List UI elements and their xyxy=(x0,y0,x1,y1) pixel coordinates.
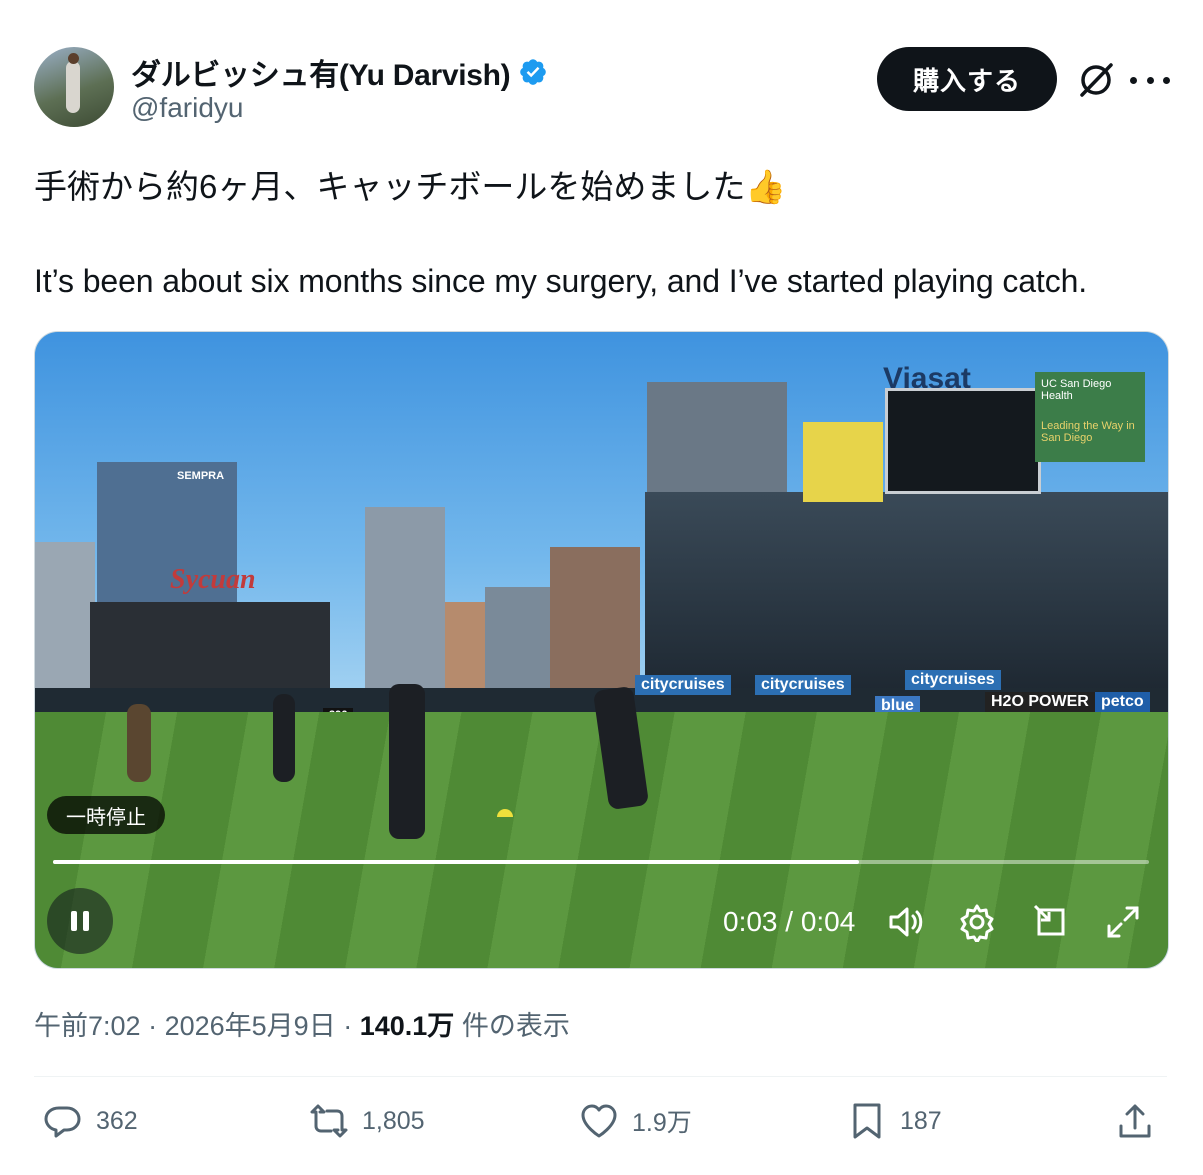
author-handle[interactable]: @faridyu xyxy=(131,92,243,124)
bookmark-count: 187 xyxy=(900,1106,942,1135)
reply-icon xyxy=(44,1106,81,1138)
ucsd-health-board: UC San Diego Health Leading the Way in S… xyxy=(1035,372,1145,462)
pacifico-sign xyxy=(803,422,883,502)
views-count: 140.1万 xyxy=(359,1011,455,1041)
reply-count: 362 xyxy=(96,1106,138,1135)
dark-structure: Sycuan xyxy=(90,564,330,692)
building-hotel xyxy=(550,547,640,692)
like-count: 1.9万 xyxy=(632,1109,692,1137)
tweet-time[interactable]: 午前7:02 xyxy=(34,1011,141,1041)
meta-separator: · xyxy=(148,1011,158,1041)
volume-icon[interactable] xyxy=(885,902,925,942)
tweet-meta: 午前7:02 · 2026年5月9日 · 140.1万 件の表示 xyxy=(34,1004,570,1043)
sycuan-sign: Sycuan xyxy=(170,564,256,595)
author-display-name[interactable]: ダルビッシュ有(Yu Darvish) xyxy=(131,50,511,94)
player-2 xyxy=(273,694,295,782)
citycruises-banner-2: citycruises xyxy=(755,675,851,695)
share-icon xyxy=(1119,1104,1151,1138)
verified-badge-icon xyxy=(520,59,547,85)
building-left xyxy=(35,542,95,692)
divider xyxy=(34,1076,1167,1077)
building-center xyxy=(365,507,445,692)
more-options-icon[interactable] xyxy=(1130,60,1170,100)
player-1 xyxy=(127,704,151,782)
grok-icon[interactable] xyxy=(1074,58,1118,102)
ucsd-health-text: UC San Diego Health xyxy=(1041,378,1112,402)
petco-banner: petco xyxy=(1095,692,1150,712)
meta-separator: · xyxy=(343,1011,353,1041)
repost-button[interactable]: 1,805 xyxy=(308,1100,425,1142)
tweet-text-english: It’s been about six months since my surg… xyxy=(34,263,1088,299)
more-dot xyxy=(1146,76,1154,84)
video-player[interactable]: SEMPRA Sycuan Viasat UC San Diego Health… xyxy=(34,331,1169,969)
h2o-banner: H2O POWER xyxy=(985,692,1095,712)
tweet-date[interactable]: 2026年5月9日 xyxy=(165,1011,336,1041)
building-mid xyxy=(485,587,550,692)
more-dot xyxy=(1163,76,1170,84)
views-label: 件の表示 xyxy=(461,1011,570,1041)
share-button[interactable] xyxy=(1114,1100,1156,1142)
author-name-row: ダルビッシュ有(Yu Darvish) xyxy=(131,50,548,94)
buy-button[interactable]: 購入する xyxy=(877,47,1057,111)
sempra-sign: SEMPRA xyxy=(177,470,225,482)
citycruises-banner-1: citycruises xyxy=(635,675,731,695)
video-progress-bar[interactable] xyxy=(53,860,1149,864)
video-progress-fill xyxy=(53,860,859,864)
pause-button[interactable] xyxy=(47,888,113,954)
repost-count: 1,805 xyxy=(362,1106,425,1135)
leading-text: Leading the Way in San Diego xyxy=(1041,420,1135,444)
reply-button[interactable]: 362 xyxy=(42,1100,138,1142)
heart-icon xyxy=(581,1104,617,1138)
video-time: 0:03 / 0:04 xyxy=(723,906,856,937)
scoreboard xyxy=(885,388,1041,494)
avatar-head xyxy=(68,53,79,64)
pause-icon xyxy=(71,911,89,931)
citycruises-banner-3: citycruises xyxy=(905,670,1001,690)
bookmark-icon xyxy=(853,1103,881,1139)
avatar-figure xyxy=(66,61,80,113)
author-avatar[interactable] xyxy=(34,47,114,127)
like-button[interactable]: 1.9万 xyxy=(578,1100,692,1142)
settings-gear-icon[interactable] xyxy=(957,902,997,942)
tweet-text-japanese: 手術から約6ヶ月、キャッチボールを始めました👍 xyxy=(34,168,787,205)
bookmark-button[interactable]: 187 xyxy=(846,1100,942,1142)
stadium-stands xyxy=(645,492,1168,692)
pause-tooltip: 一時停止 xyxy=(47,796,165,834)
fullscreen-icon[interactable] xyxy=(1103,902,1143,942)
picture-in-picture-icon[interactable] xyxy=(1031,902,1071,942)
player-3 xyxy=(389,684,425,839)
repost-icon xyxy=(310,1104,348,1138)
more-dot xyxy=(1130,76,1137,84)
